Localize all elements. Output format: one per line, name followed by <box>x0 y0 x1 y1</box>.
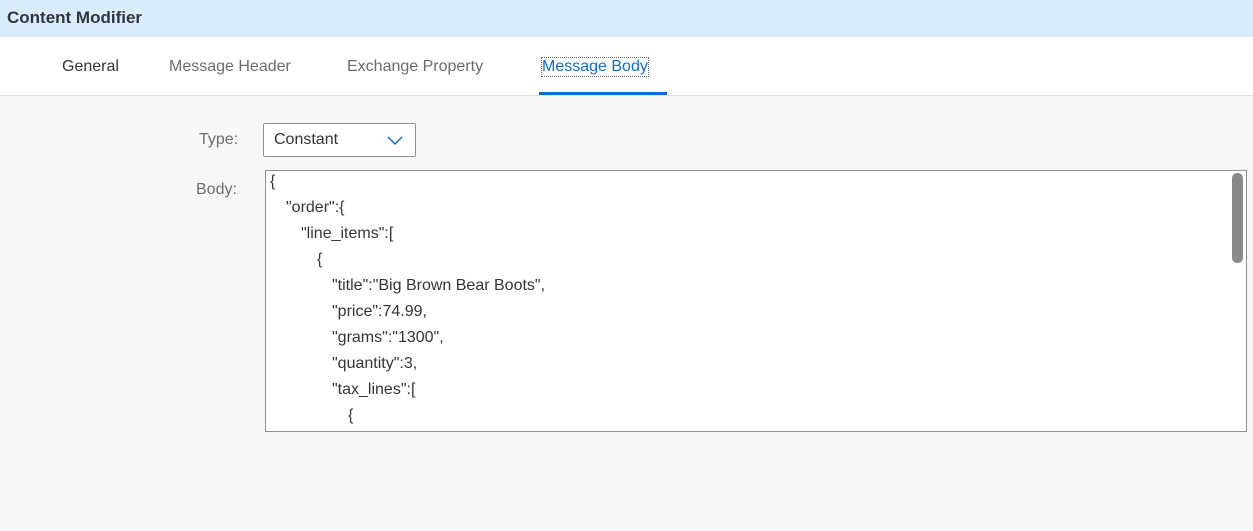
code-line: "tax_lines":[ <box>332 381 416 398</box>
scrollbar-thumb[interactable] <box>1232 173 1243 263</box>
type-select-value: Constant <box>274 131 339 148</box>
tab-message-body[interactable]: Message Body <box>541 57 649 77</box>
body-textarea[interactable]: { "order":{ "line_items":[ { "title":"Bi… <box>265 170 1247 432</box>
code-line: "line_items":[ <box>301 225 394 242</box>
tab-bar: General Message Header Exchange Property… <box>0 37 1253 96</box>
window-title: Content Modifier <box>7 8 143 27</box>
type-label: Type: <box>199 131 239 148</box>
code-line: { <box>317 251 323 268</box>
type-select[interactable]: Constant <box>263 123 416 157</box>
title-bar: Content Modifier <box>0 0 1253 37</box>
active-tab-indicator <box>539 92 667 95</box>
tab-general[interactable]: General <box>62 58 119 76</box>
code-line: { <box>270 173 276 190</box>
code-line: "order":{ <box>286 199 345 216</box>
chevron-down-icon <box>387 136 403 146</box>
tab-exchange-property[interactable]: Exchange Property <box>347 58 483 76</box>
code-line: "grams":"1300", <box>332 329 444 346</box>
code-line: "title":"Big Brown Bear Boots", <box>332 277 546 294</box>
code-line: "price":74.99, <box>332 303 427 320</box>
code-line: { <box>348 407 354 424</box>
code-line: "quantity":3, <box>332 355 418 372</box>
vertical-scrollbar[interactable] <box>1230 171 1246 431</box>
tab-message-header[interactable]: Message Header <box>169 58 291 76</box>
body-label: Body: <box>196 181 237 198</box>
